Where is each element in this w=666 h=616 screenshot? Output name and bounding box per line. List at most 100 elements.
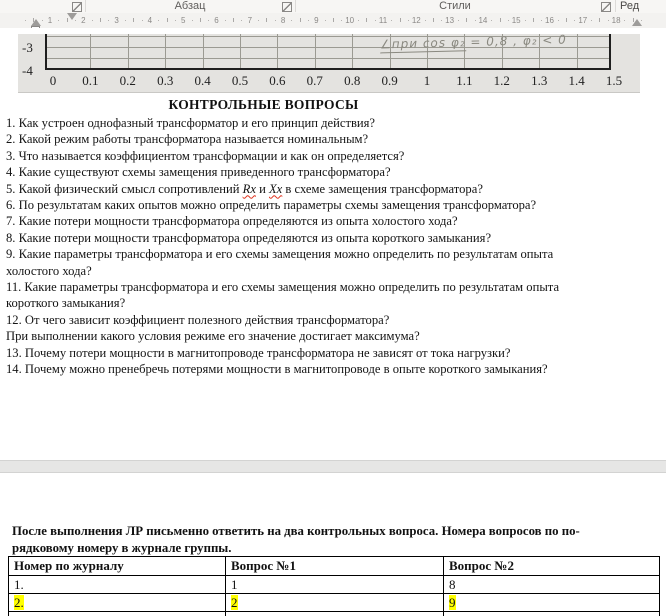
ruler-tick (308, 20, 309, 21)
dialog-launcher-icon[interactable] (601, 2, 611, 12)
ruler-tick (100, 18, 101, 22)
questions-list[interactable]: 1. Как устроен однофазный трансформатор … (6, 115, 661, 378)
ruler-number: 8 (281, 16, 285, 25)
x-tick-label: 0.1 (82, 73, 98, 89)
ruler-tick (475, 20, 476, 21)
x-tick-label: 1.3 (531, 73, 547, 89)
ruler-number: 3 (114, 16, 118, 25)
ruler-tick (574, 20, 575, 21)
question-line[interactable]: 2. Какой режим работы трансформатора наз… (6, 131, 661, 147)
x-tick-label: 0 (50, 73, 57, 89)
question-line[interactable]: 12. От чего зависит коэффициент полезног… (6, 312, 661, 328)
table-header-cell[interactable]: Вопрос №2 (444, 557, 660, 576)
ruler-tick (525, 20, 526, 21)
question-line[interactable]: 11. Какие параметры трансформатора и его… (6, 279, 661, 295)
ruler-tick (258, 20, 259, 21)
ruler-number: 10 (345, 16, 354, 25)
ruler-tick (325, 20, 326, 21)
table-cell[interactable]: 9 (444, 594, 660, 612)
ruler-tick (192, 20, 193, 21)
assignment-line: рядковому номеру в журнале группы. (12, 540, 652, 557)
ruler-tick (558, 20, 559, 21)
question-line[interactable]: 6. По результатам каких опытов можно опр… (6, 197, 661, 213)
ruler-tick (75, 20, 76, 21)
table-row: 1.18 (9, 576, 660, 594)
x-tick-label: 0.6 (269, 73, 285, 89)
question-line[interactable]: 3. Что называется коэффициентом трансфор… (6, 148, 661, 164)
ruler-tick (433, 18, 434, 22)
highlighted-text: 2 (231, 595, 238, 610)
x-tick-label: 0.2 (120, 73, 136, 89)
ruler-tick (233, 18, 234, 22)
ruler-number: 18 (612, 16, 621, 25)
table-header-cell[interactable]: Вопрос №1 (226, 557, 444, 576)
x-tick-label: 1.2 (494, 73, 510, 89)
ruler-tick (408, 20, 409, 21)
question-line[interactable]: 5. Какой физический смысл сопротивлений … (6, 181, 661, 197)
x-tick-label: 0.4 (194, 73, 210, 89)
assignment-line: После выполнения ЛР письменно ответить н… (12, 523, 652, 540)
table-header-cell[interactable]: Номер по журналу (9, 557, 226, 576)
group-separator (615, 0, 616, 12)
ribbon-group-paragraph: Абзац (86, 0, 294, 13)
ruler-tick (624, 20, 625, 21)
table-cell[interactable]: 1. (9, 576, 226, 594)
ruler-tick (375, 20, 376, 21)
dialog-launcher-icon[interactable] (282, 2, 292, 12)
question-line[interactable]: короткого замыкания? (6, 295, 661, 311)
question-line[interactable]: 14. Почему можно пренебречь потерями мощ… (6, 361, 661, 377)
assignment-paragraph[interactable]: После выполнения ЛР письменно ответить н… (12, 523, 652, 557)
ruler-tick (92, 20, 93, 21)
table-cell[interactable]: 10 (444, 612, 660, 616)
table-cell[interactable]: 3. (9, 612, 226, 616)
ruler-tick (608, 20, 609, 21)
x-axis-line (45, 68, 611, 70)
ruler-tick (125, 20, 126, 21)
question-line[interactable]: 4. Какие существуют схемы замещения прив… (6, 164, 661, 180)
first-line-indent-marker[interactable] (67, 13, 77, 20)
question-line[interactable]: 13. Почему потери мощности в магнитопров… (6, 345, 661, 361)
question-line[interactable]: 1. Как устроен однофазный трансформатор … (6, 115, 661, 131)
ruler-tick (241, 20, 242, 21)
ruler-tick (541, 20, 542, 21)
ruler-number: 7 (248, 16, 252, 25)
horizontal-ruler[interactable]: 123456789101112131415161718 (0, 13, 666, 29)
dialog-launcher-icon[interactable] (72, 2, 82, 12)
ruler-tick (400, 18, 401, 22)
ribbon-group-styles: Стили (296, 0, 614, 13)
question-line[interactable]: холостого хода? (6, 263, 661, 279)
x-tick-label: 0.8 (344, 73, 360, 89)
hanging-indent-marker[interactable] (31, 19, 41, 26)
embedded-graph-image[interactable]: -3-4 00.10.20.30.40.50.60.70.80.911.11.2… (18, 34, 640, 93)
ruler-number: 4 (148, 16, 152, 25)
ruler-tick (508, 20, 509, 21)
questions-assignment-table[interactable]: Номер по журналуВопрос №1Вопрос №2 1.182… (8, 556, 660, 616)
question-line[interactable]: 9. Какие параметры трансформатора и его … (6, 246, 661, 262)
table-cell[interactable]: 3 (226, 612, 444, 616)
ribbon-group-editing: Ред (620, 0, 666, 13)
x-tick-label: 1 (424, 73, 431, 89)
section-heading[interactable]: КОНТРОЛЬНЫЕ ВОПРОСЫ (0, 97, 527, 113)
question-line[interactable]: При выполнении какого условия режиме его… (6, 328, 661, 344)
right-indent-marker[interactable] (632, 19, 642, 26)
table-cell[interactable]: 2 (226, 594, 444, 612)
y-tick-label: -4 (22, 63, 33, 79)
ruler-number: 5 (181, 16, 185, 25)
gridline (577, 34, 578, 69)
table-cell[interactable]: 8 (444, 576, 660, 594)
document-page-1[interactable]: -3-4 00.10.20.30.40.50.60.70.80.911.11.2… (0, 28, 666, 460)
ruler-number: 15 (512, 16, 521, 25)
table-cell[interactable]: 2. (9, 594, 226, 612)
table-cell[interactable]: 1 (226, 576, 444, 594)
ruler-tick (158, 20, 159, 21)
question-line[interactable]: 8. Какие потери мощности трансформатора … (6, 230, 661, 246)
question-line[interactable]: 7. Какие потери мощности трансформатора … (6, 213, 661, 229)
ruler-number: 14 (478, 16, 487, 25)
ruler-tick (208, 20, 209, 21)
ruler-number: 2 (81, 16, 85, 25)
page-break-gap (0, 460, 666, 473)
gridline (45, 58, 611, 59)
gridline (240, 34, 241, 69)
highlighted-text: 2. (14, 595, 24, 610)
ruler-tick (200, 18, 201, 22)
